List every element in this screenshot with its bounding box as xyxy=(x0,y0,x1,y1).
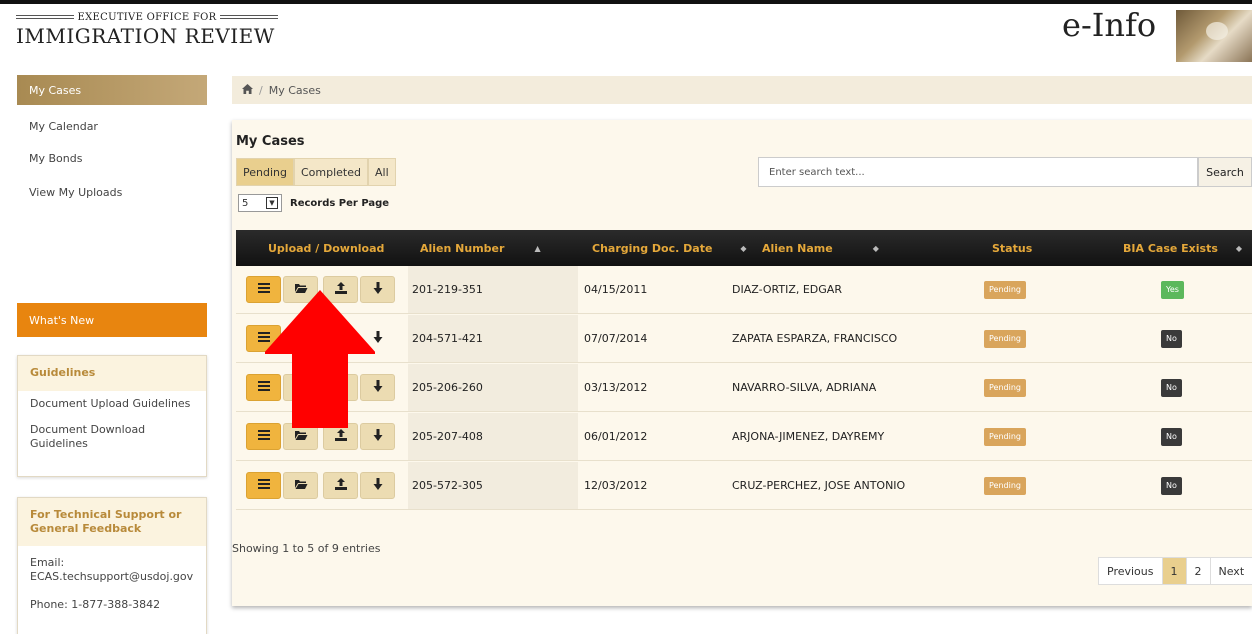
home-icon[interactable] xyxy=(242,83,253,97)
records-per-page-select[interactable]: 5 ▼ xyxy=(238,194,282,212)
alien-number: 205-207-408 xyxy=(412,429,483,443)
sidebar-item-my-cases[interactable]: My Cases xyxy=(17,75,207,105)
records-per-page-label: Records Per Page xyxy=(290,197,390,209)
support-title: For Technical Support or General Feedbac… xyxy=(18,498,206,546)
top-border xyxy=(0,0,1252,4)
charging-doc-date: 03/13/2012 xyxy=(584,380,648,394)
app-title: e-Info xyxy=(1062,6,1157,44)
table-row: 205-572-305 12/03/2012 CRUZ-PERCHEZ, JOSE … xyxy=(236,462,1252,510)
previous-page-button[interactable]: Previous xyxy=(1099,558,1163,584)
records-per-page: 5 ▼ Records Per Page xyxy=(238,194,389,212)
table-row: 205-206-260 03/13/2012 NAVARRO-SILVA, ADRI… xyxy=(236,364,1252,412)
charging-doc-date: 06/01/2012 xyxy=(584,429,648,443)
upload-button[interactable] xyxy=(323,472,358,499)
upload-icon xyxy=(334,428,348,445)
download-icon xyxy=(371,428,385,445)
guidelines-panel: Guidelines Document Upload Guidelines Do… xyxy=(17,355,207,477)
alien-name: DIAZ-ORTIZ, EDGAR xyxy=(732,282,842,296)
red-arrow-annotation xyxy=(265,290,375,428)
tab-completed[interactable]: Completed xyxy=(293,158,368,186)
list-icon xyxy=(257,428,271,445)
search-input[interactable]: Enter search text... xyxy=(758,157,1198,187)
support-phone: Phone: 1-877-388-3842 xyxy=(30,598,161,611)
status-badge: Pending xyxy=(984,427,1026,446)
header-photo xyxy=(1176,10,1252,62)
support-email-link[interactable]: ECAS.techsupport@usdoj.gov xyxy=(30,570,194,584)
status-badge: Pending xyxy=(984,378,1026,397)
page-2-button[interactable]: 2 xyxy=(1187,558,1211,584)
document-upload-guidelines-link[interactable]: Document Upload Guidelines xyxy=(18,391,206,417)
breadcrumb-separator: / xyxy=(259,83,263,97)
alien-number: 205-206-260 xyxy=(412,380,483,394)
agency-name: IMMIGRATION REVIEW xyxy=(16,24,275,48)
next-page-button[interactable]: Next xyxy=(1211,558,1252,584)
bia-badge: Yes xyxy=(1161,280,1184,299)
sort-asc-icon: ▲ xyxy=(534,243,541,253)
table-row: 204-571-421 07/07/2014 ZAPATA ESPARZA, FRA… xyxy=(236,315,1252,363)
whats-new-button[interactable]: What's New xyxy=(17,303,207,337)
bia-badge: No xyxy=(1161,476,1182,495)
folder-open-icon xyxy=(294,428,308,445)
page-title: My Cases xyxy=(236,134,305,149)
view-documents-button[interactable] xyxy=(283,472,318,499)
page-1-button[interactable]: 1 xyxy=(1162,558,1187,584)
tab-pending[interactable]: Pending xyxy=(236,158,294,186)
guidelines-title: Guidelines xyxy=(18,356,206,391)
alien-number: 204-571-421 xyxy=(412,331,483,345)
document-download-guidelines-link[interactable]: Document Download Guidelines xyxy=(18,417,206,457)
agency-name-small: EXECUTIVE OFFICE FOR xyxy=(77,11,217,23)
filter-tabs: Pending Completed All xyxy=(236,158,396,186)
bia-badge: No xyxy=(1161,427,1182,446)
sort-icon: ◆ xyxy=(872,243,879,253)
pagination: Previous 1 2 Next xyxy=(1098,557,1252,585)
download-icon xyxy=(371,477,385,494)
alien-name: CRUZ-PERCHEZ, JOSE ANTONIO xyxy=(732,478,906,492)
sidebar-item-my-calendar[interactable]: My Calendar xyxy=(17,116,207,136)
col-alien-number[interactable]: Alien Number ▲ xyxy=(420,230,541,266)
charging-doc-date: 12/03/2012 xyxy=(584,478,648,492)
table-row: 201-219-351 04/15/2011 DIAZ-ORTIZ, EDGAR Pe… xyxy=(236,266,1252,314)
tab-all[interactable]: All xyxy=(367,158,396,186)
breadcrumb: / My Cases xyxy=(232,76,1252,104)
download-button[interactable] xyxy=(360,472,395,499)
charging-doc-date: 07/07/2014 xyxy=(584,331,648,345)
agency-logo[interactable]: EXECUTIVE OFFICE FOR IMMIGRATION REVIEW xyxy=(16,10,336,58)
alien-name: ARJONA-JIMENEZ, DAYREMY xyxy=(732,429,885,443)
alien-number: 201-219-351 xyxy=(412,282,483,296)
folder-open-icon xyxy=(294,477,308,494)
list-icon xyxy=(257,477,271,494)
search-button[interactable]: Search xyxy=(1198,157,1252,187)
charging-doc-date: 04/15/2011 xyxy=(584,282,648,296)
status-badge: Pending xyxy=(984,476,1026,495)
col-bia-case-exists[interactable]: BIA Case Exists ◆ xyxy=(1123,230,1242,266)
bia-badge: No xyxy=(1161,329,1182,348)
col-alien-name[interactable]: Alien Name ◆ xyxy=(762,230,879,266)
status-badge: Pending xyxy=(984,329,1026,348)
case-details-button[interactable] xyxy=(246,472,281,499)
sort-icon: ◆ xyxy=(1235,243,1243,253)
email-label: Email: xyxy=(30,556,65,569)
alien-name: NAVARRO-SILVA, ADRIANA xyxy=(732,380,877,394)
col-charging-doc-date[interactable]: Charging Doc. Date ◆ xyxy=(592,230,747,266)
col-status[interactable]: Status xyxy=(992,230,1032,266)
support-panel: For Technical Support or General Feedbac… xyxy=(17,497,207,634)
sort-icon: ◆ xyxy=(740,243,747,253)
status-badge: Pending xyxy=(984,280,1026,299)
table-row: 205-207-408 06/01/2012 ARJONA-JIMENEZ, DAY… xyxy=(236,413,1252,461)
sidebar-item-view-my-uploads[interactable]: View My Uploads xyxy=(17,182,207,202)
entries-info: Showing 1 to 5 of 9 entries xyxy=(232,542,381,555)
my-cases-panel: My Cases Pending Completed All 5 ▼ Recor… xyxy=(232,120,1252,606)
col-upload-download: Upload / Download xyxy=(268,241,385,255)
table-header: Upload / Download Alien Number ▲ Charging… xyxy=(236,230,1252,266)
bia-badge: No xyxy=(1161,378,1182,397)
alien-number: 205-572-305 xyxy=(412,478,483,492)
sidebar-item-my-bonds[interactable]: My Bonds xyxy=(17,148,207,168)
breadcrumb-current: My Cases xyxy=(268,83,321,97)
upload-icon xyxy=(334,477,348,494)
alien-name: ZAPATA ESPARZA, FRANCISCO xyxy=(732,331,898,345)
chevron-down-icon: ▼ xyxy=(266,197,278,209)
